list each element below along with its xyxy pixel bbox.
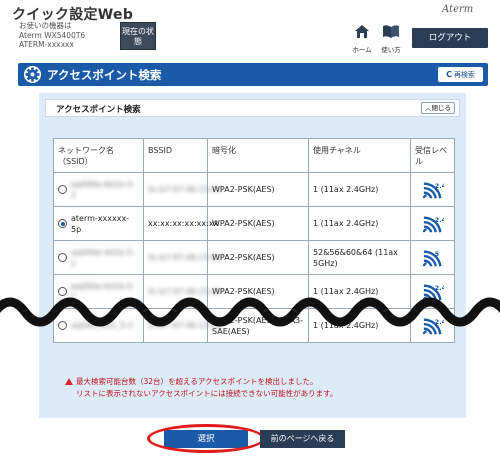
book-icon	[383, 25, 399, 38]
channel-cell: 1 (11ax 2.4GHz)	[308, 308, 411, 343]
device-model: Aterm WX5400T6	[19, 30, 86, 40]
ssid-value: aterm-xxxxxx-5p	[70, 213, 130, 234]
refresh-icon: C	[446, 70, 452, 79]
manual-button[interactable]: 使い方	[379, 24, 403, 54]
encryption-cell: WPA2-PSK(AES)	[207, 240, 309, 275]
column-header-encryption: 暗号化	[207, 138, 309, 173]
access-point-table: ネットワーク名（SSID） BSSID 暗号化 使用チャネル 受信レベル aq0…	[53, 138, 455, 343]
rescan-label: 再検索	[453, 71, 475, 79]
ssid-value: aq000e-4d1b-5-2	[70, 247, 136, 268]
bssid-cell: 5c:b7:97:46:15:0d	[143, 240, 222, 275]
column-header-bssid: BSSID	[143, 138, 208, 173]
rescan-button[interactable]: C 再検索	[438, 67, 483, 82]
collapse-button[interactable]: ︿閉じる	[421, 102, 455, 114]
signal-cell: 2.4	[410, 308, 455, 343]
bssid-value: 5c:b7:97:46:15:0d	[148, 185, 222, 194]
bssid-value: 5c:b7:97:46:15:0d	[148, 287, 222, 296]
bssid-cell: 5c:b7:97:46:15:0d	[143, 308, 222, 343]
bssid-cell: 5c:b7:97:46:15:0d	[143, 172, 222, 207]
panel-header: アクセスポイント検索 ︿閉じる	[45, 99, 460, 117]
signal-strength-icon: 2.4	[422, 181, 444, 199]
band-label: 5	[434, 251, 438, 258]
logout-button[interactable]: ログアウト	[412, 28, 488, 48]
signal-strength-icon: 2.4	[422, 317, 444, 335]
home-icon	[355, 25, 369, 38]
channel-cell: 1 (11ax 2.4GHz)	[308, 172, 411, 207]
signal-strength-icon: 5	[422, 249, 441, 267]
brand-logo: Aterm	[442, 4, 474, 15]
warning-message: 最大検索可能台数（32台）を超えるアクセスポイントを検出しました。 リストに表示…	[65, 376, 337, 400]
collapse-label: 閉じる	[431, 104, 452, 112]
encryption-cell: WPA2-PSK(AES)	[207, 172, 309, 207]
ssid-value: aq000_R31_5-2	[71, 321, 134, 330]
select-radio[interactable]	[58, 321, 67, 330]
panel-title: アクセスポイント検索	[56, 105, 141, 115]
back-button[interactable]: 前のページへ戻る	[260, 430, 345, 448]
bssid-value: 5c:b7:97:46:15:0d	[148, 253, 222, 262]
bssid-value: 5c:b7:97:46:15:0d	[148, 321, 222, 330]
signal-cell: 5	[410, 240, 455, 275]
manual-label: 使い方	[381, 46, 401, 54]
table-header-row: ネットワーク名（SSID） BSSID 暗号化 使用チャネル 受信レベル	[53, 138, 455, 173]
encryption-cell: WPA2-PSK(AES)	[207, 274, 309, 309]
warning-icon	[65, 378, 73, 385]
table-row[interactable]: aq000e-4d1b-5-2 5c:b7:97:46:15:0d WPA2-PSK…	[53, 240, 455, 275]
signal-cell: 2.4	[410, 206, 455, 241]
ssid-value: aq000e-6d1b-5-2	[70, 281, 136, 302]
signal-strength-icon: 2.4	[422, 215, 444, 233]
table-row[interactable]: aq000_R31_5-2 5c:b7:97:46:15:0d WPA2-PSK(A…	[53, 308, 455, 343]
device-name: ATERM-xxxxxx	[19, 40, 74, 49]
bssid-cell: 5c:b7:97:46:15:0d	[143, 274, 222, 309]
page-title-bar: アクセスポイント検索 C 再検索	[18, 63, 488, 86]
ssid-cell[interactable]: aq000e-4d1b-5-2	[53, 240, 144, 275]
band-label: 2.4	[434, 183, 443, 190]
table-row[interactable]: aq000e-6d1b-5-2 5c:b7:97:46:15:0d WPA2-PSK…	[53, 274, 455, 309]
channel-cell: 52&56&60&64 (11ax 5GHz)	[308, 240, 411, 275]
table-row[interactable]: aq000e-6d1b-5-2 5c:b7:97:46:15:0d WPA2-PSK…	[53, 172, 455, 207]
device-label: お使いの機器は	[19, 21, 72, 30]
bssid-cell: xx:xx:xx:xx:xx:xx	[143, 206, 218, 241]
encryption-cell: WPA2-PSK(AES)/WPA3-SAE(AES)	[207, 308, 309, 343]
select-radio[interactable]	[58, 287, 67, 296]
header: クイック設定Web お使いの機器は Aterm WX5400T6 ATERM-x…	[0, 0, 500, 58]
ssid-cell[interactable]: aq000e-6d1b-5-2	[53, 274, 144, 309]
warning-line-2: リストに表示されないアクセスポイントには接続できない可能性があります。	[76, 389, 338, 398]
signal-cell: 2.4	[410, 274, 455, 309]
ssid-cell[interactable]: aq000e-6d1b-5-2	[53, 172, 144, 207]
gear-icon	[23, 65, 42, 84]
encryption-cell: WPA2-PSK(AES)	[207, 206, 309, 241]
channel-cell: 1 (11ax 2.4GHz)	[308, 206, 411, 241]
ssid-value: aq000e-6d1b-5-2	[70, 179, 136, 200]
band-label: 2.4	[434, 217, 443, 224]
table-row[interactable]: aterm-xxxxxx-5p xx:xx:xx:xx:xx:xx WPA2-PSK…	[53, 206, 455, 241]
home-button[interactable]: ホーム	[350, 24, 374, 54]
current-status-button[interactable]: 現在の状態	[120, 22, 156, 50]
channel-cell: 1 (11ax 2.4GHz)	[308, 274, 411, 309]
page-title: アクセスポイント検索	[47, 68, 162, 82]
warning-line-1: 最大検索可能台数（32台）を超えるアクセスポイントを検出しました。	[76, 377, 318, 386]
select-radio[interactable]	[58, 253, 67, 262]
ssid-cell[interactable]: aq000_R31_5-2	[53, 308, 144, 343]
ssid-cell[interactable]: aterm-xxxxxx-5p	[53, 206, 144, 241]
column-header-signal: 受信レベル	[410, 138, 455, 173]
column-header-channel: 使用チャネル	[308, 138, 411, 173]
select-button[interactable]: 選択	[164, 430, 248, 448]
access-point-panel: アクセスポイント検索 ︿閉じる ネットワーク名（SSID） BSSID 暗号化 …	[39, 93, 466, 418]
band-label: 2.4	[434, 285, 443, 292]
select-radio[interactable]	[58, 185, 67, 194]
column-header-ssid: ネットワーク名（SSID）	[53, 138, 144, 173]
signal-strength-icon: 2.4	[422, 283, 444, 301]
band-label: 2.4	[434, 319, 443, 326]
quick-setup-web-page: クイック設定Web お使いの機器は Aterm WX5400T6 ATERM-x…	[0, 0, 500, 456]
signal-cell: 2.4	[410, 172, 455, 207]
bssid-value: xx:xx:xx:xx:xx:xx	[148, 219, 219, 228]
select-radio[interactable]	[58, 219, 67, 228]
home-label: ホーム	[352, 46, 372, 54]
device-info: お使いの機器は Aterm WX5400T6 ATERM-xxxxxx	[19, 21, 85, 50]
